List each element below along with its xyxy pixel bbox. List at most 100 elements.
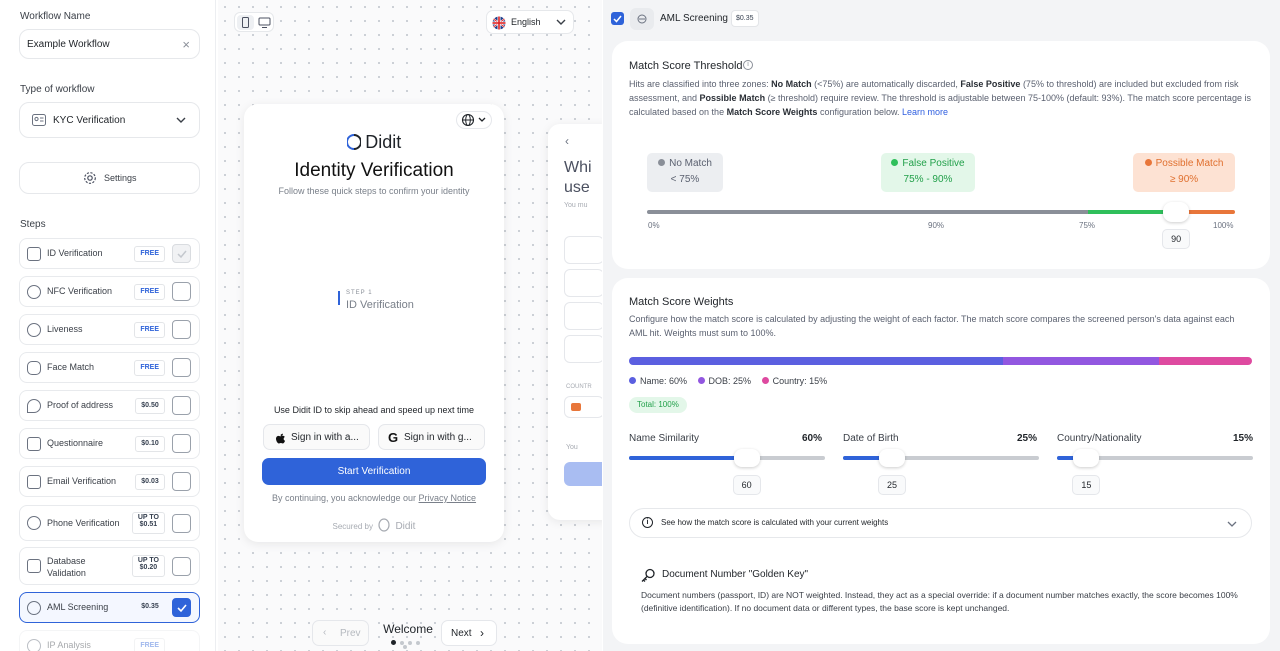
aml-screening-icon: [27, 601, 41, 615]
prev-button[interactable]: ‹ Prev: [312, 620, 369, 646]
step-checkbox[interactable]: [172, 320, 191, 339]
zone-no-match: No Match < 75%: [647, 153, 723, 192]
desc-part: (<75%) are automatically discarded,: [811, 79, 961, 89]
preview-subtitle: Follow these quick steps to confirm your…: [278, 186, 470, 196]
google-signin-label: Sign in with g...: [404, 432, 472, 443]
slider-knob[interactable]: [1073, 449, 1100, 467]
step-checkbox[interactable]: [172, 472, 191, 491]
workflow-type-label: Type of workflow: [20, 84, 95, 95]
aml-icon-glyph: [637, 14, 647, 24]
step-id-verification[interactable]: ID Verification FREE: [19, 238, 200, 269]
step-checkbox[interactable]: [172, 396, 191, 415]
brand-name: Didit: [365, 132, 402, 152]
step-name: Liveness: [47, 324, 83, 334]
weight-segment: [1158, 357, 1252, 365]
step-email-verification[interactable]: Email Verification $0.03: [19, 466, 200, 497]
desc-part: configuration below.: [817, 107, 902, 117]
learn-more-link[interactable]: Learn more: [902, 107, 948, 117]
desc-bold: False Positive: [960, 79, 1021, 89]
settings-button[interactable]: Settings: [19, 162, 200, 194]
mobile-view-button[interactable]: [237, 15, 254, 30]
name-similarity-slider[interactable]: [629, 449, 825, 467]
chevron-down-icon: [556, 19, 566, 25]
step-aml-screening[interactable]: AML Screening $0.35: [19, 592, 200, 623]
dob-label: Date of Birth: [843, 433, 899, 444]
legend-dot: [761, 377, 769, 384]
step-name: NFC Verification: [47, 286, 113, 296]
country-slider[interactable]: [1057, 449, 1253, 467]
step-questionnaire[interactable]: Questionnaire $0.10: [19, 428, 200, 459]
price-badge: UP TO $0.51: [131, 512, 165, 534]
slider-knob[interactable]: [879, 449, 905, 467]
info-icon: i: [642, 517, 653, 528]
weights-card: Match Score Weights Configure how the ma…: [612, 278, 1270, 644]
dob-slider[interactable]: [843, 449, 1039, 467]
clear-icon[interactable]: ×: [182, 37, 190, 52]
step-checkbox[interactable]: [172, 358, 191, 377]
workflow-name-value: Example Workflow: [27, 39, 110, 50]
price-badge: UP TO $0.20: [131, 555, 165, 577]
current-screen-title: Welcome: [383, 622, 433, 636]
step-nfc-verification[interactable]: NFC Verification FREE: [19, 276, 200, 307]
aml-header-title: AML Screening: [660, 13, 728, 24]
scale-label: 90%: [928, 221, 945, 230]
step-checkbox[interactable]: [172, 434, 191, 453]
aml-enabled-checkbox[interactable]: [611, 12, 624, 25]
step-name: AML Screening: [47, 602, 109, 612]
skip-text: Use Didit ID to skip ahead and speed up …: [273, 405, 475, 415]
apple-signin-button[interactable]: Sign in with a...: [263, 424, 370, 450]
threshold-slider-knob[interactable]: [1163, 202, 1190, 222]
info-icon[interactable]: i: [743, 60, 753, 70]
privacy-notice-link[interactable]: Privacy Notice: [419, 493, 477, 503]
step-checkbox[interactable]: [172, 514, 191, 533]
step-ip-analysis[interactable]: IP Analysis FREE: [19, 630, 200, 651]
zone-range: ≥ 90%: [1169, 174, 1199, 185]
zone-dot: [1144, 159, 1152, 166]
mobile-icon: [242, 17, 249, 28]
google-signin-button[interactable]: G Sign in with g...: [378, 424, 485, 450]
language-select[interactable]: English: [486, 10, 574, 34]
step-database-validation[interactable]: Database Validation UP TO $0.20: [19, 547, 200, 585]
step-checkbox[interactable]: [172, 598, 191, 617]
step-liveness[interactable]: Liveness FREE: [19, 314, 200, 345]
preview-canvas: English Didit Identity Verification Foll…: [218, 0, 602, 651]
name-similarity-pct: 60%: [802, 433, 823, 444]
secured-by: Secured by Didit: [244, 518, 504, 532]
step-proof-of-address[interactable]: Proof of address $0.50: [19, 390, 200, 421]
step-checkbox[interactable]: [172, 282, 191, 301]
workflow-name-input[interactable]: Example Workflow ×: [19, 29, 200, 59]
next-button[interactable]: Next ›: [441, 620, 497, 646]
no-match-segment: [647, 210, 1088, 214]
next-screen-preview: ‹ Whi use You mu COUNTR You: [548, 124, 602, 520]
chevron-right-icon: ›: [480, 626, 484, 640]
desktop-view-button[interactable]: [256, 15, 273, 30]
secured-brand: Didit: [395, 521, 416, 532]
start-verification-button[interactable]: Start Verification: [262, 458, 486, 485]
step-phone-verification[interactable]: Phone Verification UP TO $0.51: [19, 505, 200, 541]
price-badge: $0.35: [141, 603, 159, 610]
legend-dob: DOB: 25%: [708, 376, 752, 386]
gear-icon: [84, 172, 96, 184]
next-screen-sub: You mu: [564, 202, 588, 209]
step-name: ID Verification: [47, 248, 103, 258]
legend-name: Name: 60%: [640, 376, 688, 386]
country-select: [564, 396, 602, 418]
zone-range: < 75%: [670, 174, 700, 185]
threshold-title: Match Score Threshold: [629, 60, 743, 72]
next-screen-title-line-2: use: [564, 179, 590, 196]
checkmark-icon: [177, 250, 187, 259]
step-indicator: [338, 291, 340, 305]
verification-preview-card: Didit Identity Verification Follow these…: [244, 104, 504, 542]
next-screen-foot: You: [566, 444, 578, 451]
threshold-slider-track[interactable]: [647, 202, 1235, 222]
workflow-type-select[interactable]: KYC Verification: [19, 102, 200, 138]
chevron-down-icon: [1227, 521, 1237, 527]
step-face-match[interactable]: Face Match FREE: [19, 352, 200, 383]
step-checkbox[interactable]: [172, 557, 191, 576]
slider-knob[interactable]: [733, 449, 760, 467]
apple-icon: [276, 433, 286, 444]
score-explain-accordion[interactable]: i See how the match score is calculated …: [629, 508, 1252, 538]
flag-icon: [571, 403, 581, 411]
back-chevron-icon: ‹: [565, 134, 569, 148]
card-language-button[interactable]: [456, 111, 492, 129]
